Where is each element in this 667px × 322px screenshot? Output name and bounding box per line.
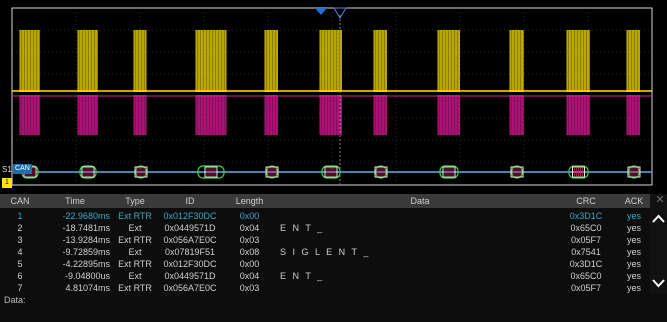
header-data: Data [410,196,430,206]
table-header: CAN Time Type ID Length Data CRC ACK [0,194,650,208]
cell-type: Ext RTR [118,283,152,293]
chevron-down-icon[interactable] [651,274,666,292]
ch1-burst [627,30,640,92]
cell-length: 0x03 [239,283,260,293]
header-can: CAN [10,196,30,206]
ch2-burst [567,95,590,135]
ch1-burst [567,30,590,92]
ch1-burst [265,30,278,92]
cell-ack: yes [626,283,641,293]
header-time: Time [65,196,85,206]
header-ack: ACK [624,196,644,206]
data-detail-label: Data: [4,295,26,305]
close-icon[interactable]: ✕ [654,194,666,206]
chevron-up-icon[interactable] [651,210,666,228]
ch2-burst [374,95,387,135]
table-row[interactable]: 7 4.81074ms Ext RTR 0x056A7E0C 0x03 0x05F7 yes [0,281,650,294]
header-crc: CRC [576,196,596,206]
header-type: Type [125,196,145,206]
header-id: ID [185,196,195,206]
cell-crc: 0x05F7 [570,283,602,293]
header-length: Length [235,196,264,206]
decode-table: CAN Time Type ID Length Data CRC ACK 1 -2… [0,194,667,322]
serial-channel-label: S1 [2,165,12,174]
protocol-tag: CAN [13,164,32,174]
cell-time: 4.81074ms [65,283,110,293]
ch2-burst [627,95,640,135]
channel-marker[interactable]: 1 [2,178,12,188]
cell-can: 7 [17,283,23,293]
waveform-display[interactable] [0,0,667,194]
cell-data [280,281,560,295]
cell-id: 0x056A7E0C [163,283,217,293]
ch1-burst [374,30,387,92]
ch2-burst [265,95,278,135]
